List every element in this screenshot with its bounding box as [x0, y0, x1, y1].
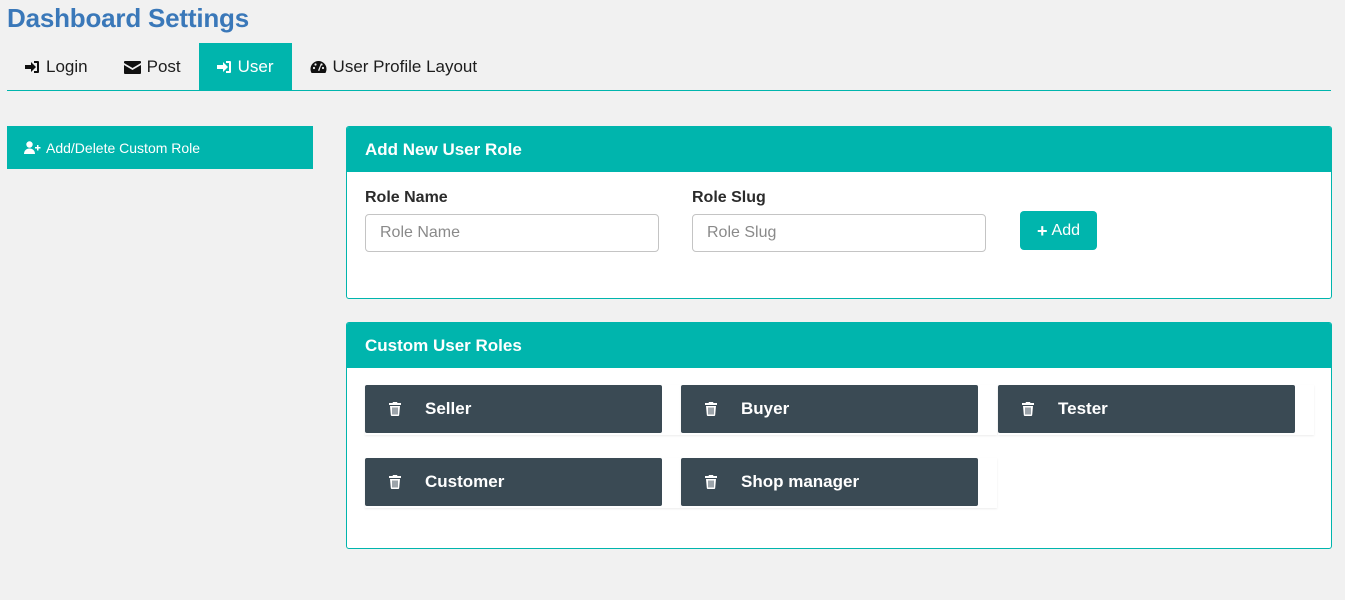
- role-label: Customer: [425, 472, 505, 491]
- trash-icon[interactable]: [389, 475, 403, 489]
- role-slug-input[interactable]: [692, 214, 986, 252]
- tab-login[interactable]: Login: [7, 43, 106, 91]
- custom-roles-heading: Custom User Roles: [347, 323, 1331, 368]
- role-name-input[interactable]: [365, 214, 659, 252]
- trash-icon[interactable]: [1022, 402, 1036, 416]
- settings-tabs: Login Post User User Profile Layout: [7, 43, 1331, 91]
- sidebar-item-custom-role[interactable]: Add/Delete Custom Role: [7, 126, 313, 169]
- role-label: Tester: [1058, 399, 1108, 418]
- custom-roles-panel: Custom User Roles Seller Buyer Tester Cu…: [346, 322, 1332, 549]
- role-cell: Tester: [998, 385, 1314, 435]
- role-cell: Customer: [365, 458, 681, 508]
- tab-label: User Profile Layout: [332, 57, 478, 76]
- tab-post[interactable]: Post: [106, 43, 199, 91]
- role-chip-shop-manager[interactable]: Shop manager: [681, 458, 978, 506]
- tab-user-profile-layout[interactable]: User Profile Layout: [292, 43, 496, 91]
- role-cell: Shop manager: [681, 458, 997, 508]
- sign-in-icon: [216, 61, 231, 73]
- tab-user[interactable]: User: [198, 43, 292, 91]
- role-name-label: Role Name: [365, 189, 448, 206]
- role-chip-customer[interactable]: Customer: [365, 458, 662, 506]
- role-chip-buyer[interactable]: Buyer: [681, 385, 978, 433]
- trash-icon[interactable]: [389, 402, 403, 416]
- add-button-label: Add: [1051, 221, 1080, 239]
- add-role-button[interactable]: + Add: [1020, 211, 1097, 250]
- tab-label: User: [237, 57, 274, 76]
- page-title: Dashboard Settings: [7, 3, 249, 33]
- role-cell: Seller: [365, 385, 681, 435]
- add-role-heading: Add New User Role: [347, 127, 1331, 172]
- role-label: Shop manager: [741, 472, 860, 491]
- role-chip-tester[interactable]: Tester: [998, 385, 1295, 433]
- trash-icon[interactable]: [705, 475, 719, 489]
- user-plus-icon: [24, 141, 41, 154]
- role-label: Buyer: [741, 399, 790, 418]
- sidebar-item-label: Add/Delete Custom Role: [46, 139, 201, 156]
- role-label: Seller: [425, 399, 472, 418]
- trash-icon[interactable]: [705, 402, 719, 416]
- role-chip-seller[interactable]: Seller: [365, 385, 662, 433]
- tab-label: Post: [146, 57, 181, 76]
- envelope-icon: [123, 60, 141, 74]
- tab-label: Login: [46, 57, 88, 76]
- sign-in-icon: [25, 61, 39, 73]
- role-slug-label: Role Slug: [692, 189, 766, 206]
- add-role-panel: Add New User Role Role Name Role Slug + …: [346, 126, 1332, 299]
- plus-icon: +: [1037, 220, 1048, 241]
- role-cell: Buyer: [681, 385, 997, 435]
- dashboard-icon: [310, 61, 327, 73]
